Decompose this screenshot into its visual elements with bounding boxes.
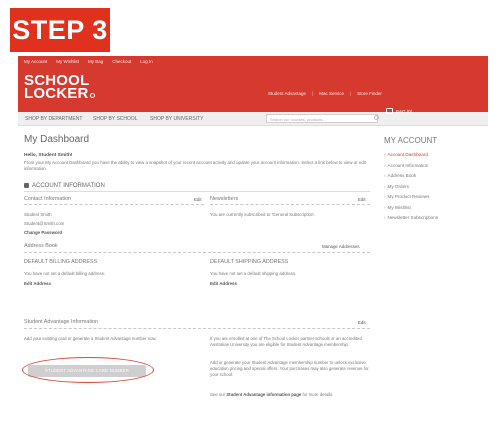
manage-addresses-link[interactable]: Manage Addresses: [322, 244, 360, 249]
top-link-my-bag[interactable]: My Bag: [88, 59, 103, 64]
student-advantage-info-link[interactable]: Student Advantage information page: [226, 392, 301, 397]
account-information-label: ACCOUNT INFORMATION: [32, 182, 105, 189]
school-locker-logo[interactable]: SCHOOL LOCKER: [24, 73, 95, 102]
header-link-store-finder[interactable]: Store Finder: [357, 91, 382, 96]
highlight-circle: [22, 357, 154, 383]
shipping-title: DEFAULT SHIPPING ADDRESS: [210, 259, 289, 265]
top-link-log-in[interactable]: Log In: [140, 59, 153, 64]
info-text-prefix: See our: [210, 392, 226, 397]
my-account-menu: Account Dashboard Account Information Ad…: [384, 150, 484, 224]
bag-icon: [386, 108, 393, 114]
menu-newsletter-subscriptions[interactable]: Newsletter Subscriptions: [384, 213, 484, 224]
newsletters-title: Newsletters: [210, 196, 239, 202]
menu-my-orders[interactable]: My Orders: [384, 182, 484, 193]
top-link-my-account[interactable]: My Account: [24, 59, 47, 64]
header-separator: |: [312, 91, 314, 96]
billing-edit-link[interactable]: Edit Address: [24, 281, 51, 286]
contact-edit-link[interactable]: Edit: [194, 197, 202, 202]
address-book-title: Address Book: [24, 243, 58, 249]
divider: [24, 252, 370, 253]
nav-shop-by-department[interactable]: SHOP BY DEPARTMENT: [25, 116, 82, 122]
bag-button[interactable]: BAG (0): [386, 108, 412, 114]
page-title: My Dashboard: [24, 134, 90, 145]
menu-my-product-reviews[interactable]: My Product Reviews: [384, 192, 484, 203]
divider: [24, 328, 370, 329]
header-link-student-advantage[interactable]: Student Advantage: [268, 91, 306, 96]
main-navbar: SHOP BY DEPARTMENT SHOP BY SCHOOL SHOP B…: [18, 112, 488, 126]
step-banner: STEP 3: [10, 8, 110, 52]
nav-shop-by-school[interactable]: SHOP BY SCHOOL: [93, 116, 138, 122]
student-advantage-info-text: See our Student Advantage information pa…: [210, 392, 380, 398]
header-separator: |: [349, 91, 352, 96]
header-links: Student Advantage | Mac Service | Store …: [268, 91, 382, 96]
intro-text: From your My Account Dashboard you have …: [24, 160, 366, 171]
student-advantage-left-text: Add your existing card or generate a Stu…: [24, 336, 157, 341]
top-link-my-wishlist[interactable]: My Wishlist: [56, 59, 79, 64]
contact-name: Student Smith: [24, 212, 52, 217]
menu-account-dashboard[interactable]: Account Dashboard: [384, 150, 484, 161]
info-text-suffix: for more details.: [302, 392, 334, 397]
logo-dot-icon: [89, 93, 95, 98]
site-header: My Account My Wishlist My Bag Checkout L…: [18, 56, 488, 120]
logo-line-2: LOCKER: [24, 85, 89, 102]
divider: [24, 204, 204, 205]
contact-info-title: Contact Information: [24, 196, 72, 202]
nav-shop-by-university[interactable]: SHOP BY UNIVERSITY: [150, 116, 203, 122]
website-screenshot: My Account My Wishlist My Bag Checkout L…: [18, 56, 488, 416]
menu-my-wishlist[interactable]: My Wishlist: [384, 203, 484, 214]
student-advantage-eligibility-text: If you are enrolled at one of The School…: [210, 336, 362, 347]
top-link-checkout[interactable]: Checkout: [112, 59, 131, 64]
top-links: My Account My Wishlist My Bag Checkout L…: [24, 59, 153, 64]
student-advantage-edit-link[interactable]: Edit: [358, 320, 366, 325]
menu-account-information[interactable]: Account Information: [384, 161, 484, 172]
newsletters-edit-link[interactable]: Edit: [358, 197, 366, 202]
change-password-link[interactable]: Change Password: [24, 230, 62, 235]
account-information-heading: ACCOUNT INFORMATION: [24, 180, 370, 192]
greeting: Hello, Student Smith!: [24, 153, 73, 158]
contact-email: Student@Smith.com: [24, 221, 65, 226]
student-advantage-benefits-text: Add or generate your Student Advantage m…: [210, 360, 369, 377]
billing-status: You have not set a default billing addre…: [24, 271, 106, 276]
menu-address-book[interactable]: Address Book: [384, 171, 484, 182]
student-advantage-title: Student Advantage Information: [24, 319, 99, 325]
divider: [210, 204, 370, 205]
person-icon: [24, 183, 29, 188]
search-icon[interactable]: [374, 115, 379, 120]
shipping-status: You have not set a default shipping addr…: [210, 271, 297, 276]
shipping-edit-link[interactable]: Edit Address: [210, 281, 237, 286]
newsletters-status: You are currently subscribed to 'General…: [210, 212, 316, 217]
search-input[interactable]: Search our courses, products...: [266, 114, 378, 123]
my-account-heading: MY ACCOUNT: [384, 136, 438, 145]
bag-label: BAG (0): [396, 108, 413, 114]
billing-title: DEFAULT BILLING ADDRESS: [24, 259, 98, 265]
header-link-mac-service[interactable]: Mac Service: [319, 91, 344, 96]
